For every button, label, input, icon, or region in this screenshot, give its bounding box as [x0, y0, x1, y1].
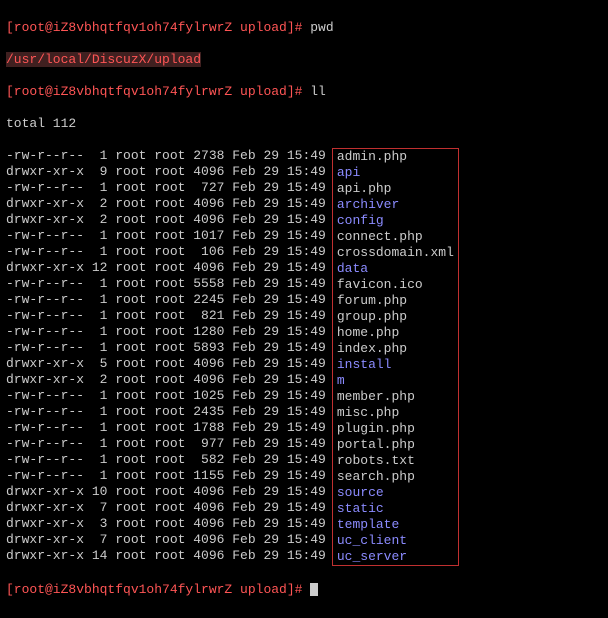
list-item: group.php [337, 309, 454, 325]
list-item: uc_server [337, 549, 454, 565]
pwd-output: /usr/local/DiscuzX/upload [6, 52, 602, 68]
directory-name: config [337, 213, 384, 228]
file-name: crossdomain.xml [337, 245, 454, 260]
file-name: index.php [337, 341, 407, 356]
ll-command-line: [root@iZ8vbhqtfqv1oh74fylrwrZ upload]# l… [6, 84, 602, 100]
directory-name: api [337, 165, 360, 180]
list-item: api.php [337, 181, 454, 197]
total-label: total 112 [6, 116, 76, 131]
directory-name: uc_client [337, 533, 407, 548]
file-listing: -rw-r--r-- 1 root root 2738 Feb 29 15:49… [6, 148, 602, 566]
list-item: install [337, 357, 454, 373]
terminal[interactable]: [root@iZ8vbhqtfqv1oh74fylrwrZ upload]# p… [0, 0, 608, 618]
list-item: member.php [337, 389, 454, 405]
file-name: misc.php [337, 405, 399, 420]
list-item: source [337, 485, 454, 501]
file-name: connect.php [337, 229, 423, 244]
directory-name: source [337, 485, 384, 500]
file-name: home.php [337, 325, 399, 340]
list-item: portal.php [337, 437, 454, 453]
list-item: favicon.ico [337, 277, 454, 293]
list-item: home.php [337, 325, 454, 341]
command-ll: ll [310, 84, 326, 99]
directory-name: template [337, 517, 399, 532]
directory-name: m [337, 373, 345, 388]
list-item: connect.php [337, 229, 454, 245]
file-meta-column: -rw-r--r-- 1 root root 2738 Feb 29 15:49… [6, 148, 326, 564]
list-item: admin.php [337, 149, 454, 165]
directory-name: install [337, 357, 392, 372]
shell-prompt: [root@iZ8vbhqtfqv1oh74fylrwrZ upload]# [6, 20, 310, 35]
list-item: template [337, 517, 454, 533]
total-line: total 112 [6, 116, 602, 132]
shell-prompt: [root@iZ8vbhqtfqv1oh74fylrwrZ upload]# [6, 582, 310, 597]
command-pwd: pwd [310, 20, 333, 35]
list-item: config [337, 213, 454, 229]
shell-prompt: [root@iZ8vbhqtfqv1oh74fylrwrZ upload]# [6, 84, 310, 99]
cursor-icon [310, 583, 318, 596]
list-item: forum.php [337, 293, 454, 309]
list-item: crossdomain.xml [337, 245, 454, 261]
list-item: static [337, 501, 454, 517]
list-item: plugin.php [337, 421, 454, 437]
list-item: search.php [337, 469, 454, 485]
list-item: data [337, 261, 454, 277]
file-name: member.php [337, 389, 415, 404]
file-name: favicon.ico [337, 277, 423, 292]
file-name: group.php [337, 309, 407, 324]
directory-name: archiver [337, 197, 399, 212]
list-item: uc_client [337, 533, 454, 549]
current-path: /usr/local/DiscuzX/upload [6, 52, 201, 67]
list-item: robots.txt [337, 453, 454, 469]
list-item: misc.php [337, 405, 454, 421]
file-name: robots.txt [337, 453, 415, 468]
file-name: search.php [337, 469, 415, 484]
pwd-command-line: [root@iZ8vbhqtfqv1oh74fylrwrZ upload]# p… [6, 20, 602, 36]
list-item: archiver [337, 197, 454, 213]
file-name: admin.php [337, 149, 407, 164]
prompt-idle: [root@iZ8vbhqtfqv1oh74fylrwrZ upload]# [6, 582, 602, 598]
filename-column-highlight: admin.phpapiapi.phparchiverconfigconnect… [332, 148, 459, 566]
list-item: index.php [337, 341, 454, 357]
file-name: forum.php [337, 293, 407, 308]
file-name: api.php [337, 181, 392, 196]
directory-name: uc_server [337, 549, 407, 564]
directory-name: data [337, 261, 368, 276]
list-item: api [337, 165, 454, 181]
list-item: m [337, 373, 454, 389]
directory-name: static [337, 501, 384, 516]
file-name: portal.php [337, 437, 415, 452]
file-name: plugin.php [337, 421, 415, 436]
